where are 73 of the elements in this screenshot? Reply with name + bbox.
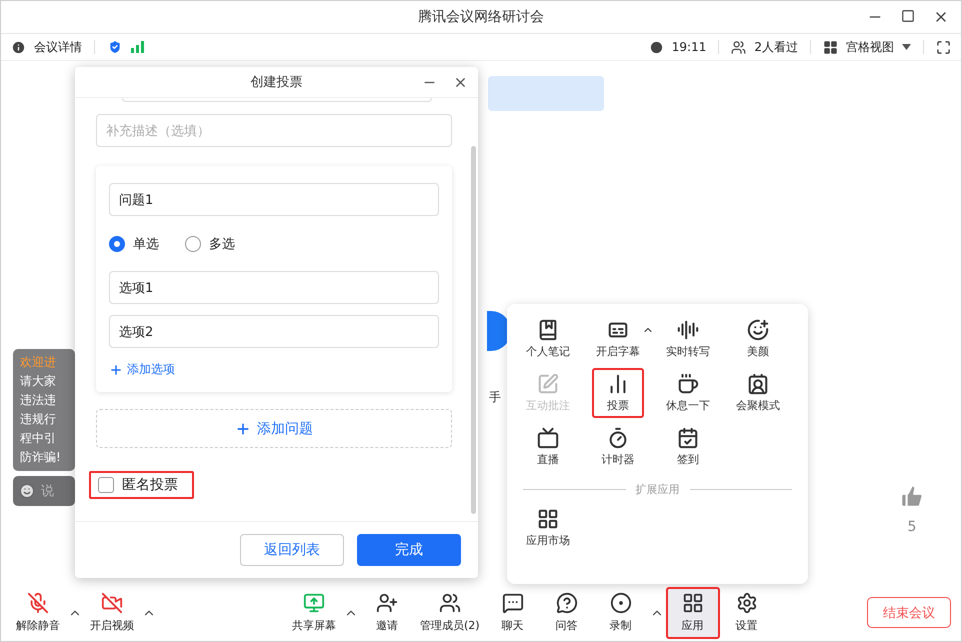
toolbar-button[interactable]: 应用 [666, 586, 720, 638]
chat-message: 程中引 [20, 430, 57, 447]
users-icon [438, 592, 461, 614]
add-user-icon [376, 592, 398, 614]
chat-message: 防诈骗! [20, 449, 62, 466]
people-frame-icon [747, 373, 769, 395]
radio-button[interactable] [185, 236, 201, 252]
add-question-button[interactable]: 添加问题 [96, 409, 452, 448]
input-field[interactable] [122, 98, 432, 102]
info-icon[interactable] [11, 40, 26, 54]
meeting-details-link[interactable]: 会议详情 [34, 38, 82, 56]
grid-icon [682, 592, 704, 614]
viewer-count: 2人看过 [754, 38, 798, 56]
section-label: 扩展应用 [636, 482, 680, 497]
grid-icon [823, 40, 838, 54]
coffee-cup-icon [677, 373, 699, 395]
toolbar-button[interactable]: 聊天 [486, 586, 540, 638]
toolbar-button[interactable]: 设置 [720, 586, 774, 638]
meeting-time: 19:11 [672, 40, 706, 54]
toolbar-button[interactable]: 问答 [540, 586, 594, 638]
radio-button[interactable] [109, 236, 125, 252]
calendar-check-icon [677, 427, 699, 449]
scrollbar[interactable] [471, 146, 476, 514]
smile-icon [747, 319, 769, 341]
emoji-icon[interactable] [19, 483, 35, 499]
shield-icon[interactable] [107, 39, 123, 55]
grid-icon [537, 508, 559, 530]
speaker-name: 手 [489, 389, 501, 406]
chat-message: 违法违 [20, 392, 57, 409]
settings-icon [736, 592, 758, 614]
muted-mic-icon [27, 592, 49, 614]
window-title: 腾讯会议网络研讨会 [418, 8, 544, 26]
chat-message: 欢迎进 [20, 354, 57, 371]
option-field[interactable]: 选项2 [109, 315, 439, 348]
screen-share-icon [303, 592, 325, 614]
done-button[interactable]: 完成 [357, 534, 461, 566]
radio-label: 单选 [133, 236, 159, 253]
toolbar-button[interactable]: 共享屏幕 [286, 586, 342, 638]
signal-icon [131, 41, 145, 53]
plus-icon [235, 420, 251, 436]
close-icon[interactable] [453, 75, 468, 90]
plus-icon [109, 362, 123, 376]
fullscreen-icon[interactable] [936, 40, 951, 54]
chat-bubble-icon [502, 592, 524, 614]
chat-message: 违规行 [20, 411, 57, 428]
caret-icon[interactable] [902, 44, 911, 50]
toolbar-button[interactable]: 录制 [594, 586, 648, 638]
like-count: 5 [908, 519, 916, 535]
tv-icon [537, 427, 559, 449]
audio-icon [677, 319, 699, 341]
dialog-title: 创建投票 [250, 74, 302, 91]
view-mode-dropdown[interactable]: 宫格视图 [846, 38, 894, 56]
add-option-link[interactable]: 添加选项 [109, 361, 439, 378]
app-item[interactable]: 投票 [592, 368, 644, 418]
checkbox-label: 匿名投票 [122, 476, 178, 494]
chat-message: 请大家 [20, 373, 57, 390]
users-icon [731, 40, 746, 54]
record-icon [610, 592, 632, 614]
radio-label: 多选 [209, 236, 235, 253]
stopwatch-icon [607, 427, 629, 449]
toolbar-button[interactable]: 管理成员(2) [414, 586, 486, 638]
toolbar-button[interactable]: 开启视频 [84, 586, 140, 638]
notebook-icon [537, 319, 559, 341]
maximize-icon[interactable] [901, 9, 915, 23]
back-button[interactable]: 返回列表 [240, 534, 344, 566]
video-off-icon [101, 592, 123, 614]
question-bubble-icon [556, 592, 578, 614]
toolbar-button[interactable]: 邀请 [360, 586, 414, 638]
checkbox[interactable] [98, 477, 114, 493]
pen-icon [537, 373, 559, 395]
question-field[interactable]: 问题1 [109, 183, 439, 216]
toolbar-button[interactable]: 解除静音 [10, 586, 66, 638]
option-field[interactable]: 选项1 [109, 271, 439, 304]
